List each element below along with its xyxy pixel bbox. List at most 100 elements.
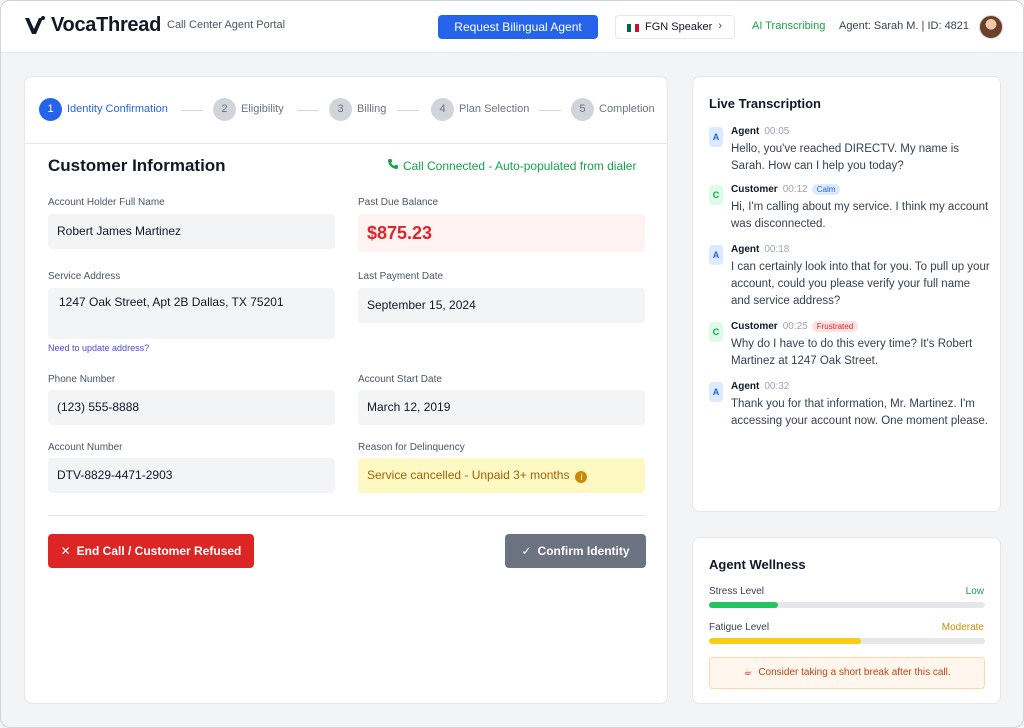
account-number-label: Account Number — [48, 442, 123, 453]
call-status: Call Connected - Auto-populated from dia… — [387, 158, 636, 173]
step-number: 4 — [431, 98, 454, 121]
stress-label: Stress Level — [709, 586, 765, 597]
stress-value: Low — [965, 586, 984, 597]
break-suggestion-text: Consider taking a short break after this… — [758, 667, 951, 678]
chevron-right-icon: › — [718, 20, 722, 32]
message-text: Hello, you've reached DIRECTV. My name i… — [731, 143, 960, 172]
past-due-balance: $875.23 — [358, 214, 645, 252]
agent-wellness-panel: Agent Wellness Stress Level Low Fatigue … — [692, 537, 1001, 704]
start-date-field[interactable]: March 12, 2019 — [358, 390, 645, 425]
brand-name: VocaThread — [51, 14, 161, 36]
name-field[interactable]: Robert James Martinez — [48, 214, 335, 249]
stress-bar-fill — [709, 602, 778, 608]
app-window: VocaThread Call Center Agent Portal Requ… — [0, 0, 1024, 728]
stress-bar — [709, 602, 985, 608]
name-label: Account Holder Full Name — [48, 197, 165, 208]
timestamp: 00:18 — [764, 244, 790, 255]
sentiment-badge: Calm — [811, 184, 841, 195]
message-header: Agent 00:18 — [731, 244, 789, 255]
phone-icon — [388, 159, 398, 169]
step-number: 2 — [213, 98, 236, 121]
message-header: Customer 00:25 Frustrated — [731, 321, 859, 332]
update-address-link[interactable]: Need to update address? — [48, 343, 149, 353]
transcription-title: Live Transcription — [709, 96, 821, 111]
message-text: I can certainly look into that for you. … — [731, 261, 990, 307]
step-connector — [539, 110, 561, 111]
timestamp: 00:05 — [764, 126, 790, 137]
section-title: Customer Information — [48, 156, 226, 175]
phone-field[interactable]: (123) 555-8888 — [48, 390, 335, 425]
message-text: Hi, I'm calling about my service. I thin… — [731, 201, 989, 230]
speaker-name: Agent — [731, 244, 760, 255]
wellness-title: Agent Wellness — [709, 557, 806, 572]
avatar[interactable] — [979, 15, 1003, 39]
customer-badge: C — [709, 185, 723, 205]
live-transcription-panel: Live Transcription A Agent 00:05 Hello, y… — [692, 76, 1001, 512]
step-connector — [181, 110, 203, 111]
end-call-label: End Call / Customer Refused — [76, 544, 242, 558]
request-bilingual-agent-button[interactable]: Request Bilingual Agent — [438, 15, 598, 39]
timestamp: 00:25 — [782, 321, 808, 332]
speaker-name: Agent — [731, 126, 760, 137]
speaker-name: Customer — [731, 184, 778, 195]
ai-status: AI Transcribing — [752, 20, 826, 32]
reason-text: Service cancelled - Unpaid 3+ months — [367, 468, 570, 482]
last-payment-label: Last Payment Date — [358, 271, 444, 282]
phone-label: Phone Number — [48, 374, 116, 385]
fatigue-bar — [709, 638, 985, 644]
fatigue-bar-fill — [709, 638, 861, 644]
agent-badge: A — [709, 127, 723, 147]
step-number: 5 — [571, 98, 594, 121]
break-suggestion: ☕ Consider taking a short break after thi… — [709, 657, 985, 689]
balance-label: Past Due Balance — [358, 197, 439, 208]
mexico-flag-icon — [627, 24, 639, 32]
speaker-name: Agent — [731, 381, 760, 392]
speaker-name: Customer — [731, 321, 778, 332]
message-header: Agent 00:32 — [731, 381, 789, 392]
step-number: 1 — [39, 98, 62, 121]
customer-badge: C — [709, 322, 723, 342]
step-label: Identity Confirmation — [67, 103, 168, 115]
message-header: Customer 00:12 Calm — [731, 184, 841, 195]
fatigue-label: Fatigue Level — [709, 622, 770, 633]
agent-info: Agent: Sarah M. | ID: 4821 — [839, 20, 970, 32]
logo-icon — [25, 16, 45, 34]
agent-badge: A — [709, 382, 723, 402]
account-number-field[interactable]: DTV-8829-4471-2903 — [48, 458, 335, 493]
message-text: Thank you for that information, Mr. Mart… — [731, 398, 988, 427]
step-connector — [297, 110, 319, 111]
step-label: Billing — [357, 103, 387, 115]
portal-subtitle: Call Center Agent Portal — [167, 19, 286, 31]
info-icon[interactable]: i — [575, 471, 588, 483]
timestamp: 00:12 — [782, 184, 808, 195]
sentiment-badge: Frustrated — [811, 321, 859, 332]
address-field[interactable]: 1247 Oak Street, Apt 2B Dallas, TX 75201 — [48, 288, 335, 339]
stepper: 1 Identity Confirmation 2 Eligibility 3 … — [25, 77, 667, 144]
delinquency-reason: Service cancelled - Unpaid 3+ months i — [358, 458, 645, 493]
step-label: Plan Selection — [459, 103, 530, 115]
customer-panel: 1 Identity Confirmation 2 Eligibility 3 … — [24, 76, 668, 704]
check-icon: ✓ — [521, 544, 532, 558]
last-payment-field[interactable]: September 15, 2024 — [358, 288, 645, 323]
reason-label: Reason for Delinquency — [358, 442, 465, 453]
message-header: Agent 00:05 — [731, 126, 789, 137]
step-label: Completion — [599, 103, 655, 115]
message-text: Why do I have to do this every time? It'… — [731, 338, 973, 367]
end-call-button[interactable]: ✕ End Call / Customer Refused — [48, 534, 254, 568]
speaker-label: FGN Speaker — [645, 21, 713, 33]
step-label: Eligibility — [241, 103, 284, 115]
confirm-label: Confirm Identity — [537, 544, 630, 558]
confirm-identity-button[interactable]: ✓ Confirm Identity — [505, 534, 646, 568]
address-label: Service Address — [48, 271, 121, 282]
step-number: 3 — [329, 98, 352, 121]
close-icon: ✕ — [60, 544, 71, 558]
top-header: VocaThread Call Center Agent Portal Requ… — [1, 1, 1023, 53]
fatigue-value: Moderate — [941, 622, 984, 633]
agent-badge: A — [709, 245, 723, 265]
coffee-icon: ☕ — [743, 667, 753, 678]
speaker-language-selector[interactable]: FGN Speaker › — [615, 15, 735, 39]
timestamp: 00:32 — [764, 381, 790, 392]
call-status-text: Call Connected - Auto-populated from dia… — [403, 159, 637, 173]
start-date-label: Account Start Date — [358, 374, 442, 385]
step-connector — [397, 110, 419, 111]
